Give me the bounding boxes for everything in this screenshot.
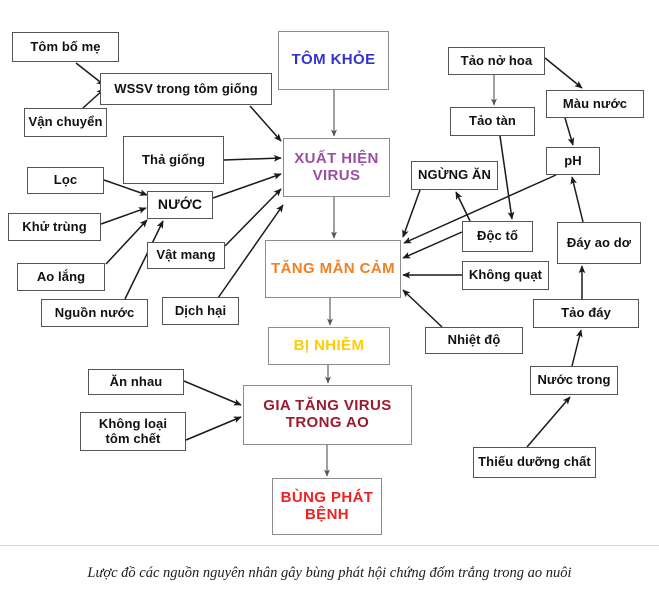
node-label-tom-khoe: TÔM KHỎE [291,51,376,69]
node-tao-no-hoa: Tảo nở hoa [448,47,545,75]
top-edge-rule [0,0,659,3]
node-thieu-duong-chat: Thiếu dưỡng chất [473,447,596,478]
node-day-ao-do: Đáy ao dơ [557,222,641,264]
node-label-vat-mang: Vật mang [156,247,216,263]
node-label-tha-giong: Thả giống [142,151,205,167]
node-label-nhiet-do: Nhiệt độ [447,332,501,348]
node-ph: pH [546,147,600,175]
node-label-gia-tang-virus-trong-ao: GIA TĂNG VIRUS TRONG AO [263,397,392,431]
arrow-nhiet-do-to-tang-man-cam [402,289,443,328]
node-label-day-ao-do: Đáy ao dơ [566,234,632,250]
node-label-thieu-duong-chat: Thiếu dưỡng chất [478,454,591,470]
arrow-wssv-tom-giong-to-xuat-hien-virus [249,105,282,142]
node-label-loc: Lọc [53,172,78,188]
figure-caption: Lược đồ các nguồn nguyên nhân gây bùng p… [87,565,572,581]
node-khu-trung: Khử trùng [8,213,101,241]
node-tha-giong: Thả giống [123,136,224,184]
node-label-ao-lang: Ao lắng [36,268,86,284]
node-label-khong-quat: Không quạt [468,267,543,283]
node-vat-mang: Vật mang [147,242,225,269]
node-label-khu-trung: Khử trùng [22,218,87,234]
node-label-tao-day: Tảo đáy [561,305,611,321]
node-label-doc-to: Độc tố [476,228,519,244]
node-wssv-tom-giong: WSSV trong tôm giống [100,73,272,105]
node-label-tom-bo-me: Tôm bố mẹ [30,38,101,54]
node-label-tao-tan: Tảo tàn [469,113,516,129]
arrow-vat-mang-to-xuat-hien-virus [224,188,282,247]
node-tao-day: Tảo đáy [533,299,639,328]
node-label-ngung-an: NGỪNG ĂN [418,167,491,183]
node-tom-khoe: TÔM KHỎE [278,31,389,90]
node-label-ph: pH [564,152,582,168]
node-van-chuyen: Vận chuyển [24,108,107,137]
node-nguon-nuoc: Nguồn nước [41,299,148,327]
node-mau-nuoc: Màu nước [546,90,644,118]
node-doc-to: Độc tố [462,221,533,252]
node-ao-lang: Ao lắng [17,263,105,291]
figure-caption-bar: Lược đồ các nguồn nguyên nhân gây bùng p… [0,545,659,601]
arrow-nuoc-trong-to-tao-day [571,329,583,367]
node-label-nuoc: NƯỚC [157,196,203,213]
arrow-tha-giong-to-xuat-hien-virus [223,154,282,162]
arrow-ao-lang-to-nuoc [105,219,148,265]
node-label-wssv-tom-giong: WSSV trong tôm giống [114,80,258,96]
node-label-xuat-hien-virus: XUẤT HIỆN VIRUS [294,149,379,184]
node-bi-nhiem: BỊ NHIỄM [268,327,390,365]
node-nhiet-do: Nhiệt độ [425,327,523,354]
node-loc: Lọc [27,167,104,194]
node-tom-bo-me: Tôm bố mẹ [12,32,119,62]
arrow-khong-loai-tom-chet-to-gia-tang-virus-trong-ao [185,416,242,441]
node-khong-quat: Không quạt [462,261,549,290]
arrow-doc-to-to-tang-man-cam [402,231,463,259]
arrow-tao-tan-to-doc-to [499,135,515,220]
arrow-ngung-an-to-tang-man-cam [402,189,421,238]
node-nuoc-trong: Nước trong [530,366,618,395]
node-label-mau-nuoc: Màu nước [562,95,628,111]
node-ngung-an: NGỪNG ĂN [411,161,498,190]
node-tang-man-cam: TĂNG MẪN CẢM [265,240,401,298]
node-xuat-hien-virus: XUẤT HIỆN VIRUS [283,138,390,197]
arrow-day-ao-do-to-ph [570,176,584,223]
node-gia-tang-virus-trong-ao: GIA TĂNG VIRUS TRONG AO [243,385,412,445]
node-label-dich-hai: Dịch hại [174,302,227,318]
node-label-bi-nhiem: BỊ NHIỄM [293,336,365,354]
node-dich-hai: Dịch hại [162,297,239,325]
arrow-thieu-duong-chat-to-nuoc-trong [526,396,571,448]
arrow-an-nhau-to-gia-tang-virus-trong-ao [183,380,242,406]
node-label-van-chuyen: Vận chuyển [28,114,103,130]
arrow-mau-nuoc-to-ph [564,117,575,146]
node-label-nuoc-trong: Nước trong [537,372,611,388]
node-an-nhau: Ăn nhau [88,369,184,395]
node-nuoc: NƯỚC [147,191,213,219]
node-bung-phat-benh: BÙNG PHÁT BỆNH [272,478,382,535]
node-label-khong-loai-tom-chet: Không loại tôm chết [98,415,168,446]
node-label-an-nhau: Ăn nhau [109,373,163,389]
arrow-doc-to-to-ngung-an [455,191,471,222]
node-label-nguon-nuoc: Nguồn nước [54,304,135,320]
node-label-bung-phat-benh: BÙNG PHÁT BỆNH [280,488,374,523]
arrow-tao-no-hoa-to-mau-nuoc [544,57,583,89]
node-tao-tan: Tảo tàn [450,107,535,136]
node-label-tao-no-hoa: Tảo nở hoa [460,52,533,68]
node-khong-loai-tom-chet: Không loại tôm chết [80,412,186,451]
diagram-canvas: Tôm bố mẹ WSSV trong tôm giống Vận chuyển T… [0,0,659,545]
node-label-tang-man-cam: TĂNG MẪN CẢM [271,259,395,277]
arrow-khu-trung-to-nuoc [100,207,147,225]
